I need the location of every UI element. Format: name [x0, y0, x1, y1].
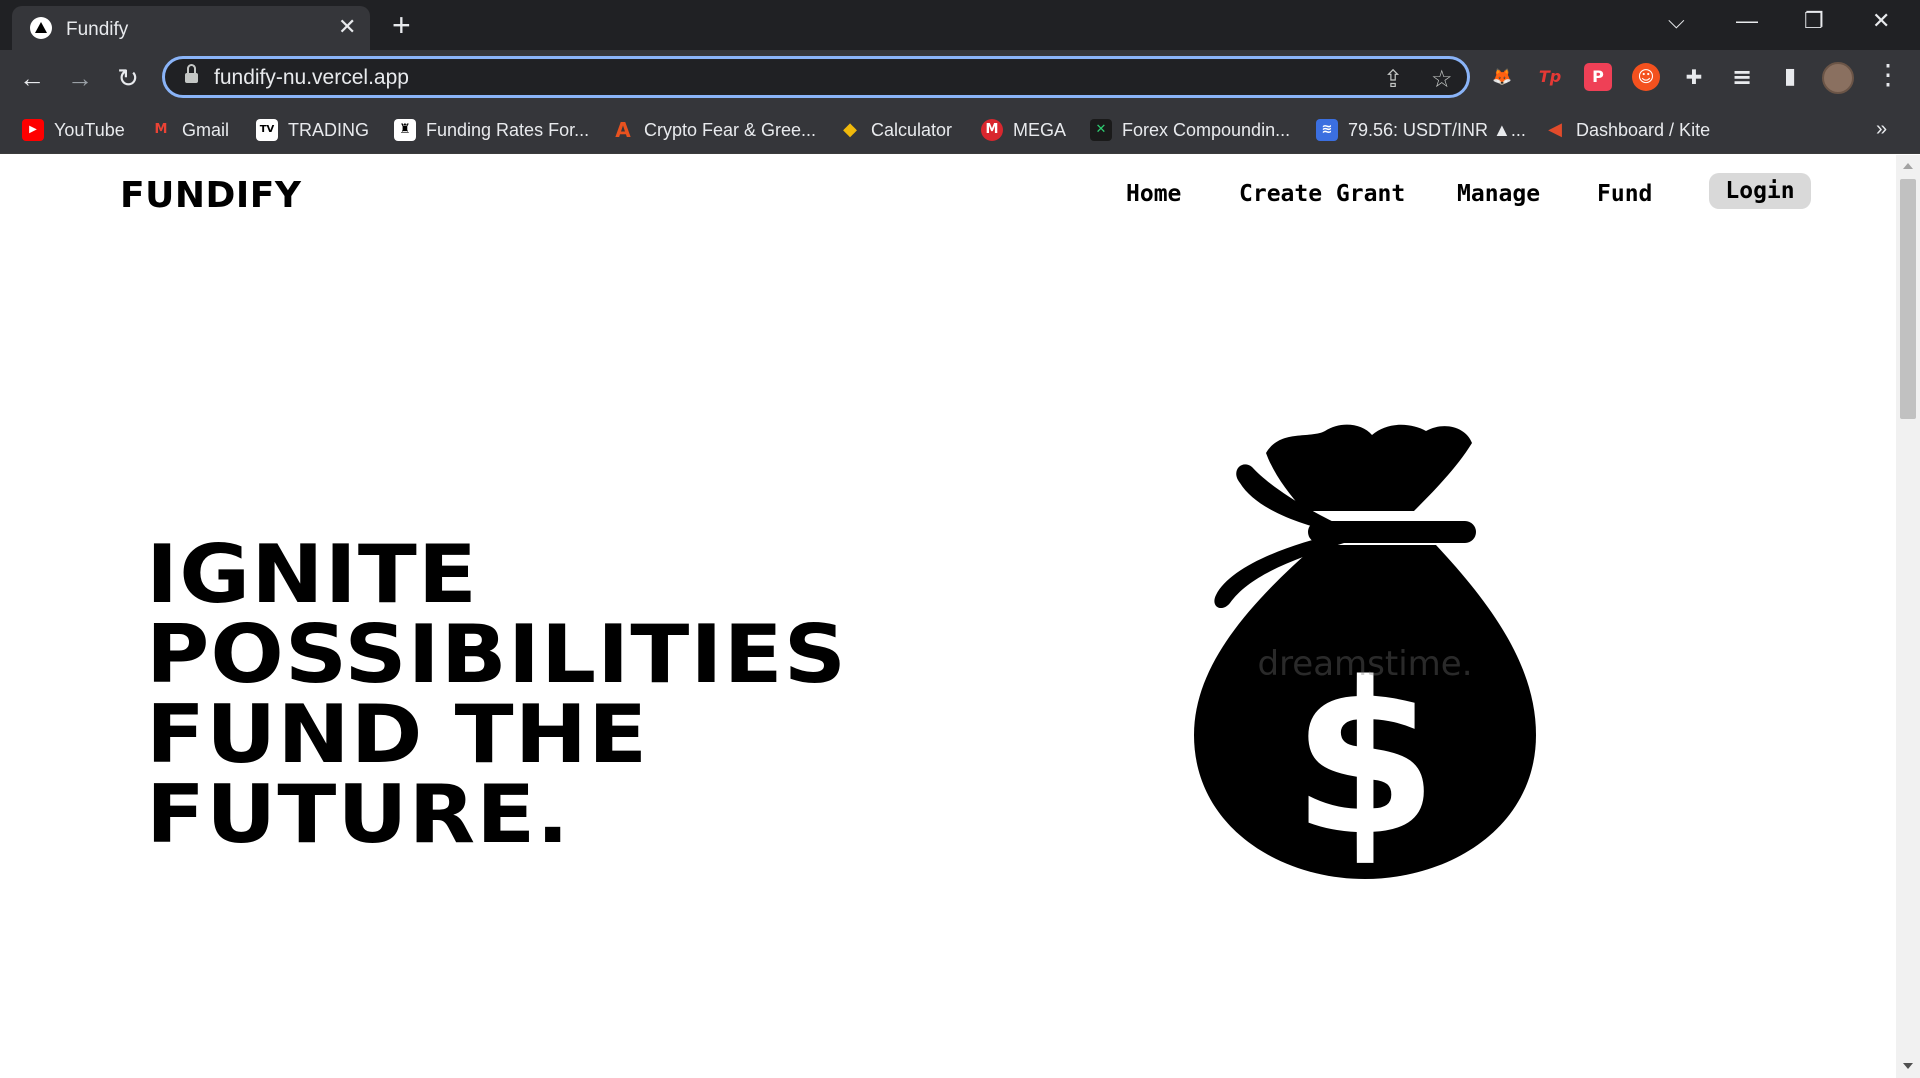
nav-manage[interactable]: Manage [1457, 181, 1540, 207]
binance-icon: ◆ [843, 119, 857, 140]
minimize-icon[interactable]: — [1736, 8, 1758, 34]
browser-toolbar: ← → ↻ fundify-nu.vercel.app ⇪ ☆ 🦊 Tp P ☺… [0, 50, 1920, 106]
bookmark-label: 79.56: USDT/INR ▲... [1348, 119, 1526, 140]
bookmark-fear-greed[interactable]: A Crypto Fear & Gree... [612, 116, 816, 144]
restore-icon[interactable]: ❐ [1804, 8, 1824, 34]
bookmark-funding-rates[interactable]: ♜ Funding Rates For... [394, 116, 589, 144]
bookmark-label: Gmail [182, 119, 230, 140]
tab-close-icon[interactable]: ✕ [338, 15, 356, 39]
chart-icon: ≋ [1316, 119, 1338, 141]
site-logo[interactable]: FUNDIFY [120, 175, 301, 216]
hero-line: IGNITE [146, 528, 478, 621]
bookmarks-overflow-icon[interactable]: » [1876, 118, 1887, 141]
tp-icon[interactable]: Tp [1536, 63, 1564, 91]
hero-line: FUND THE [146, 688, 649, 781]
puzzle-icon[interactable]: ✚ [1680, 63, 1708, 91]
nav-home[interactable]: Home [1126, 181, 1181, 207]
address-bar[interactable]: fundify-nu.vercel.app ⇪ ☆ [162, 56, 1470, 98]
bookmark-kite[interactable]: ◀ Dashboard / Kite [1544, 116, 1710, 144]
bookmark-label: MEGA [1013, 119, 1067, 140]
gmail-icon: M [154, 122, 168, 137]
emoji-icon[interactable]: ☺ [1632, 63, 1660, 91]
scroll-down-icon[interactable] [1903, 1063, 1913, 1069]
bookmark-youtube[interactable]: ▶ YouTube [22, 116, 125, 144]
forex-icon: ✕ [1090, 119, 1112, 141]
menu-icon[interactable]: ⋮ [1874, 60, 1902, 90]
media-icon[interactable]: ≡ [1728, 63, 1756, 91]
scroll-up-icon[interactable] [1903, 163, 1913, 169]
hero-headline: IGNITE POSSIBILITIES FUND THE FUTURE. [146, 535, 847, 855]
bookmarks-bar: ▶ YouTube M Gmail TV TRADING ♜ Funding R… [0, 106, 1920, 154]
bookmark-forex[interactable]: ✕ Forex Compoundin... [1090, 116, 1290, 144]
bookmark-trading[interactable]: TV TRADING [256, 116, 369, 144]
tab-strip: Fundify ✕ + ⌵ — ❐ ✕ [0, 0, 1920, 50]
nav-fund[interactable]: Fund [1597, 181, 1652, 207]
bookmark-calculator[interactable]: ◆ Calculator [839, 116, 952, 144]
nav-create-grant[interactable]: Create Grant [1239, 181, 1405, 207]
url-text[interactable]: fundify-nu.vercel.app [214, 66, 409, 90]
page-scrollbar[interactable] [1896, 155, 1920, 1078]
new-tab-button[interactable]: + [392, 9, 411, 41]
lock-icon[interactable] [185, 64, 198, 84]
mega-icon: M [981, 119, 1003, 141]
bookmark-label: YouTube [54, 119, 125, 140]
metamask-icon[interactable]: 🦊 [1488, 63, 1516, 91]
login-button[interactable]: Login [1709, 173, 1811, 209]
active-tab[interactable]: Fundify ✕ [12, 6, 370, 50]
youtube-icon: ▶ [22, 119, 44, 141]
bookmark-mega[interactable]: M MEGA [981, 116, 1066, 144]
share-icon[interactable]: ⇪ [1383, 65, 1403, 94]
vercel-favicon-icon [30, 17, 52, 39]
bookmark-label: Dashboard / Kite [1576, 119, 1711, 140]
bookmark-usdt-inr[interactable]: ≋ 79.56: USDT/INR ▲... [1316, 116, 1526, 144]
forward-icon[interactable]: → [64, 62, 96, 94]
bookmark-star-icon[interactable]: ☆ [1431, 65, 1453, 94]
bookmark-label: Calculator [871, 119, 953, 140]
bookmark-label: TRADING [288, 119, 369, 140]
page-viewport: FUNDIFY Home Create Grant Manage Fund Lo… [0, 155, 1896, 1078]
money-bag-icon: $ dreamstime. [1194, 424, 1536, 882]
tab-title: Fundify [66, 19, 129, 40]
window-close-icon[interactable]: ✕ [1872, 8, 1890, 34]
reload-icon[interactable]: ↻ [112, 62, 144, 94]
funding-icon: ♜ [394, 119, 416, 141]
profile-avatar[interactable] [1822, 62, 1854, 94]
back-icon[interactable]: ← [16, 62, 48, 94]
scroll-thumb[interactable] [1900, 179, 1916, 419]
sidepanel-icon[interactable]: ▮ [1776, 63, 1804, 91]
kite-icon: ◀ [1548, 119, 1562, 140]
bookmark-label: Forex Compoundin... [1122, 119, 1291, 140]
bookmark-gmail[interactable]: M Gmail [150, 116, 229, 144]
alternative-icon: A [615, 118, 631, 142]
pocket-icon[interactable]: P [1584, 63, 1612, 91]
bookmark-label: Crypto Fear & Gree... [644, 119, 817, 140]
hero-line: FUTURE. [146, 768, 571, 861]
hero-line: POSSIBILITIES [146, 608, 848, 701]
bookmark-label: Funding Rates For... [426, 119, 590, 140]
tradingview-icon: TV [256, 119, 278, 141]
watermark-text: dreamstime. [1257, 644, 1472, 684]
tab-search-icon[interactable]: ⌵ [1668, 8, 1685, 34]
